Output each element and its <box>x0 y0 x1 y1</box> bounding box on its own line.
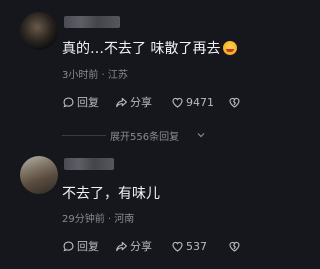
like-count: 537 <box>186 239 207 253</box>
reply-bubble-icon <box>63 240 74 252</box>
comment-text: 不去了，有味儿 <box>62 186 160 202</box>
comment-actions: 回复 分享 537 <box>62 238 292 254</box>
heart-icon <box>172 241 183 252</box>
like-button[interactable]: 537 <box>171 238 207 254</box>
dislike-button[interactable] <box>228 94 243 110</box>
like-button[interactable]: 9471 <box>171 94 214 110</box>
comment-meta: 29分钟前 · 河南 <box>62 214 135 225</box>
share-button[interactable]: 分享 <box>115 94 152 110</box>
expand-replies-label: 展开556条回复 <box>110 132 180 143</box>
chevron-down-icon <box>197 133 205 138</box>
comment-item: 不去了，有味儿 29分钟前 · 河南 回复 分享 537 <box>0 146 297 269</box>
reply-label: 回复 <box>77 240 99 253</box>
comment-text-content: 真的…不去了 味散了再去 <box>62 41 221 57</box>
comment-item: 真的…不去了 味散了再去 3小时前 · 江苏 回复 分享 9471 展开556条… <box>0 0 297 143</box>
share-button[interactable]: 分享 <box>115 238 152 254</box>
grinning-face-emoji <box>223 41 238 55</box>
share-label: 分享 <box>130 240 152 253</box>
username-redacted[interactable] <box>64 16 120 28</box>
heart-icon <box>172 97 183 108</box>
broken-heart-icon <box>229 241 240 252</box>
dislike-button[interactable] <box>228 238 243 254</box>
comment-actions: 回复 分享 9471 <box>62 94 292 110</box>
share-arrow-icon <box>116 97 127 107</box>
reply-button[interactable]: 回复 <box>62 94 99 110</box>
broken-heart-icon <box>229 97 240 108</box>
avatar[interactable] <box>20 12 58 50</box>
reply-button[interactable]: 回复 <box>62 238 99 254</box>
comment-text: 真的…不去了 味散了再去 <box>62 38 238 58</box>
like-count: 9471 <box>186 95 214 109</box>
reply-label: 回复 <box>77 96 99 109</box>
username-redacted[interactable] <box>64 158 114 170</box>
share-arrow-icon <box>116 241 127 251</box>
reply-bubble-icon <box>63 96 74 108</box>
share-label: 分享 <box>130 96 152 109</box>
comment-meta: 3小时前 · 江苏 <box>62 70 128 81</box>
divider-line <box>62 135 106 136</box>
avatar[interactable] <box>20 156 58 194</box>
expand-replies-button[interactable]: 展开556条回复 <box>62 128 292 143</box>
